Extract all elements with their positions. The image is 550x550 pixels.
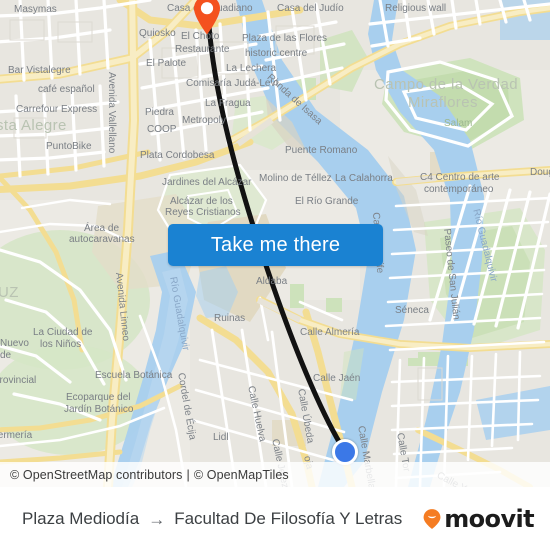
footer-bar: Plaza Mediodía → Facultad De Filosofía Y… [0, 487, 550, 550]
map-attribution: © OpenStreetMap contributors | © OpenMap… [0, 462, 550, 487]
moovit-route-widget: Masymas Quiosko Casa del Guadiano Casa del … [0, 0, 550, 550]
route-destination-label: Facultad De Filosofía Y Letras [174, 509, 403, 528]
arrow-right-icon: → [148, 509, 166, 529]
attribution-openmaptiles[interactable]: © OpenMapTiles [194, 468, 289, 482]
route-summary: Plaza Mediodía → Facultad De Filosofía Y… [22, 509, 402, 529]
moovit-wordmark: moovit [444, 505, 534, 533]
map-canvas[interactable]: Masymas Quiosko Casa del Guadiano Casa del … [0, 0, 550, 487]
attribution-separator: | [186, 467, 190, 482]
moovit-pin-smile-icon [423, 509, 441, 529]
attribution-osm[interactable]: © OpenStreetMap contributors [10, 468, 183, 482]
take-me-there-button[interactable]: Take me there [168, 224, 383, 266]
moovit-brand-logo[interactable]: moovit [421, 505, 535, 533]
route-origin-label: Plaza Mediodía [22, 509, 140, 528]
